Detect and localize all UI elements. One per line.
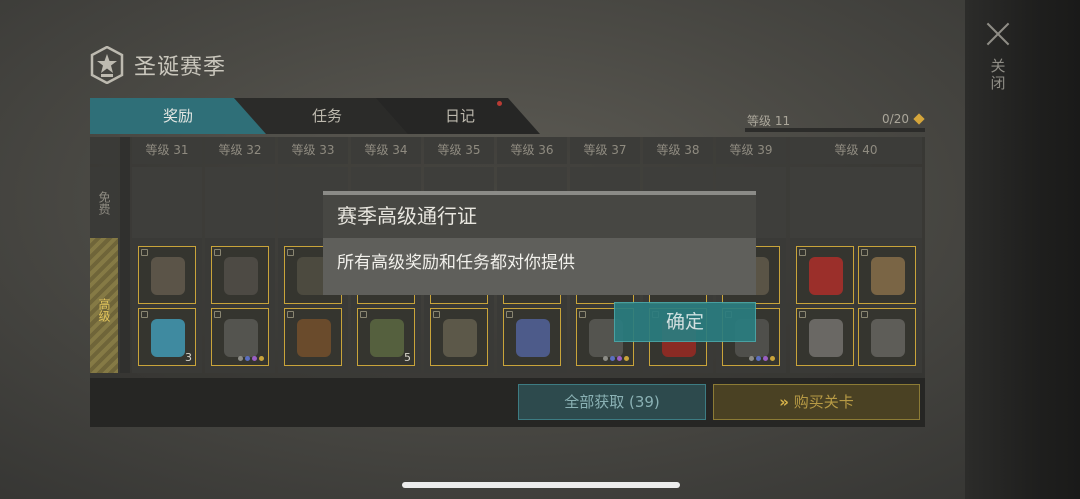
level-progress-bar [745,128,925,132]
level-header: 等级 32 [205,137,275,164]
lock-icon [141,311,148,318]
row-divider [120,137,130,373]
double-chevron-icon: » [779,393,789,411]
lock-icon [360,311,367,318]
level-progress: 等级 11 0/20 [745,112,925,134]
reward-slot[interactable] [284,308,342,366]
free-reward-cell [205,167,275,238]
lock-icon [287,311,294,318]
reward-slot[interactable] [211,246,269,304]
close-label: 关闭 [988,58,1007,92]
level-progress-text: 0/20 [882,112,909,126]
tool-icon [871,319,905,357]
reward-slot[interactable] [796,246,854,304]
level-header: 等级 35 [424,137,494,164]
level-label: 等级 11 [747,114,791,128]
level-column: 等级 31 3 [132,137,202,373]
reward-slot[interactable]: 5 [357,308,415,366]
lock-icon [141,249,148,256]
engine-part-icon [809,319,843,357]
reward-count: 5 [404,351,411,364]
hazmat-pack-icon [871,257,905,295]
level-header: 等级 38 [643,137,713,164]
reward-slot[interactable] [858,246,916,304]
lock-icon [287,249,294,256]
premium-pass-dialog: 赛季高级通行证 所有高级奖励和任务都对你提供 [323,191,756,295]
lock-icon [799,311,806,318]
rarity-dots [603,356,629,361]
reward-slot[interactable] [430,308,488,366]
level-header: 等级 39 [716,137,786,164]
medkit-icon [151,319,185,357]
level-header: 等级 31 [132,137,202,164]
close-button[interactable]: 关闭 [983,20,1013,110]
diamond-icon [913,113,925,125]
lock-icon [214,249,221,256]
grenade-icon [370,319,404,357]
lock-icon [861,311,868,318]
level-header: 等级 40 [790,137,922,164]
pants-icon [224,257,258,295]
reward-count: 3 [185,351,192,364]
row-label-free: 免费 [90,167,118,239]
free-reward-cell [132,167,202,238]
dialog-message: 所有高级奖励和任务都对你提供 [323,238,756,295]
lock-icon [861,249,868,256]
lock-icon [433,311,440,318]
reward-slot[interactable] [503,308,561,366]
free-reward-cell [790,167,922,238]
boots-icon [151,257,185,295]
reward-slot[interactable] [138,246,196,304]
level-header: 等级 33 [278,137,348,164]
row-label-advanced-text: 高级 [97,298,111,322]
rifle-icon [297,319,331,357]
home-indicator[interactable] [402,482,680,488]
page-header: 圣诞赛季 [90,45,226,85]
lock-icon [214,311,221,318]
page-title: 圣诞赛季 [134,55,227,80]
season-badge-icon [90,46,124,84]
reward-slot[interactable] [858,308,916,366]
reward-slot[interactable]: 3 [138,308,196,366]
level-header: 等级 36 [497,137,567,164]
level-header: 等级 34 [351,137,421,164]
notification-dot [497,101,502,106]
backpack-icon [443,319,477,357]
reward-slot[interactable] [796,308,854,366]
level-header: 等级 37 [570,137,640,164]
lock-icon [579,311,586,318]
claim-all-button[interactable]: 全部获取 (39) [518,384,706,420]
level-column: 等级 32 [205,137,275,373]
rarity-dots [238,356,264,361]
level-column: 等级 40 [790,137,922,373]
dialog-title: 赛季高级通行证 [323,195,756,238]
lock-icon [799,249,806,256]
battery-icon [516,319,550,357]
rarity-dots [749,356,775,361]
book-icon [809,257,843,295]
row-header-corner [90,137,118,164]
buy-levels-button[interactable]: » 购买关卡 [713,384,920,420]
confirm-button[interactable]: 确定 [614,302,756,342]
close-icon [984,20,1012,48]
lock-icon [506,311,513,318]
pistol-icon [224,319,258,357]
reward-slot[interactable] [211,308,269,366]
row-label-advanced: 高级 [90,238,118,373]
buy-levels-label: 购买关卡 [793,393,854,411]
